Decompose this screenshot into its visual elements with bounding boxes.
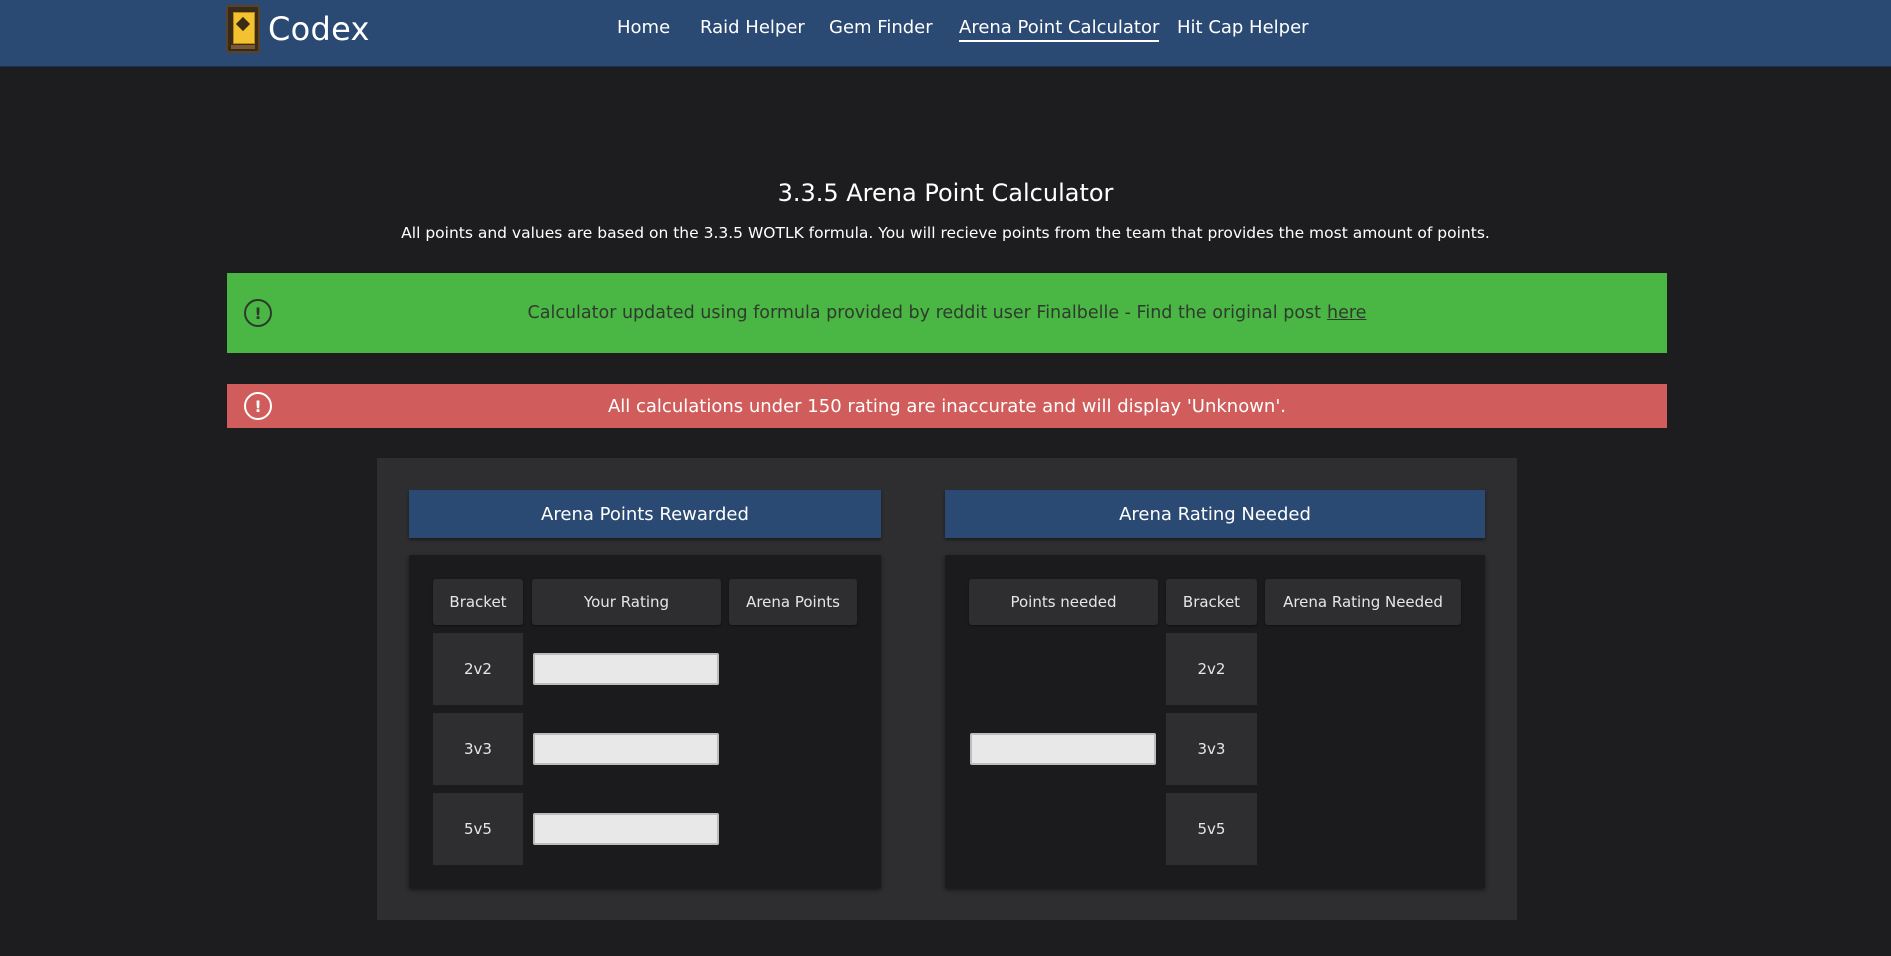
rating-needed-2v2	[1265, 633, 1461, 705]
bracket-5v5: 5v5	[433, 793, 523, 865]
warning-alert: ! All calculations under 150 rating are …	[227, 384, 1667, 428]
nav-link-home[interactable]: Home	[617, 17, 670, 38]
header-bracket: Bracket	[1166, 579, 1257, 625]
nav-link-arena-point-calculator[interactable]: Arena Point Calculator	[959, 17, 1160, 42]
info-alert: ! Calculator updated using formula provi…	[227, 273, 1667, 353]
arena-points-2v2	[729, 633, 857, 705]
rating-needed-card: Points needed Bracket Arena Rating Neede…	[945, 555, 1485, 888]
rating-input-5v5[interactable]	[533, 813, 719, 845]
rating-needed-header: Arena Rating Needed	[945, 490, 1485, 538]
nav-link-gem-finder[interactable]: Gem Finder	[829, 17, 933, 38]
rating-needed-3v3	[1265, 713, 1461, 785]
arena-points-3v3	[729, 713, 857, 785]
rating-needed-5v5	[1265, 793, 1461, 865]
bracket-3v3: 3v3	[433, 713, 523, 785]
warning-alert-text: All calculations under 150 rating are in…	[607, 395, 1287, 417]
rating-input-2v2[interactable]	[533, 653, 719, 685]
page-subtitle: All points and values are based on the 3…	[401, 224, 1490, 242]
bracket-3v3: 3v3	[1166, 713, 1257, 785]
points-rewarded-header: Arena Points Rewarded	[409, 490, 881, 538]
navbar: Codex Home Raid Helper Gem Finder Arena …	[0, 0, 1891, 67]
points-rewarded-card: Bracket Your Rating Arena Points 2v2 3v3…	[409, 555, 881, 888]
bracket-2v2: 2v2	[433, 633, 523, 705]
codex-book-logo-icon	[226, 5, 260, 53]
alert-circle-icon: !	[244, 392, 272, 420]
brand-name[interactable]: Codex	[268, 10, 370, 48]
info-alert-text: Calculator updated using formula provide…	[527, 303, 1322, 323]
header-arena-points: Arena Points	[729, 579, 857, 625]
header-your-rating: Your Rating	[532, 579, 721, 625]
rating-input-3v3[interactable]	[533, 733, 719, 765]
page-title: 3.3.5 Arena Point Calculator	[777, 179, 1114, 207]
arena-points-5v5	[729, 793, 857, 865]
nav-link-hit-cap-helper[interactable]: Hit Cap Helper	[1177, 17, 1309, 38]
calculator-panel: Arena Points Rewarded Bracket Your Ratin…	[377, 458, 1517, 920]
nav-link-raid-helper[interactable]: Raid Helper	[700, 17, 805, 38]
header-arena-rating-needed: Arena Rating Needed	[1265, 579, 1461, 625]
header-bracket: Bracket	[433, 579, 523, 625]
points-needed-input[interactable]	[970, 733, 1156, 765]
brand[interactable]: Codex	[226, 4, 370, 54]
alert-circle-icon: !	[244, 299, 272, 327]
bracket-5v5: 5v5	[1166, 793, 1257, 865]
bracket-2v2: 2v2	[1166, 633, 1257, 705]
header-points-needed: Points needed	[969, 579, 1158, 625]
original-post-link[interactable]: here	[1327, 303, 1366, 323]
